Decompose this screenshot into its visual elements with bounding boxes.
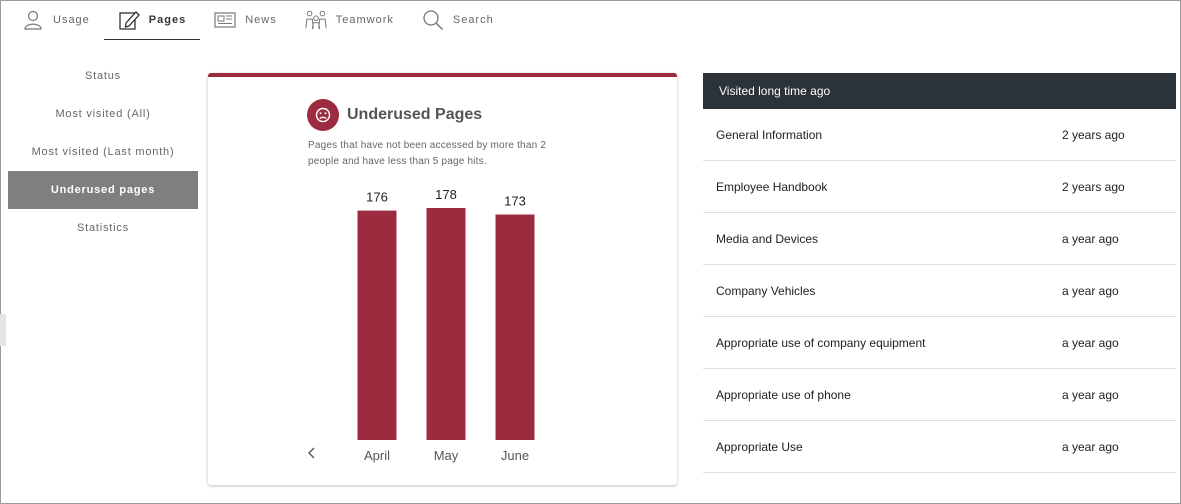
collapse-handle[interactable] (0, 314, 6, 346)
table-row[interactable]: Appropriate use of phone a year ago (703, 369, 1176, 421)
newspaper-icon (214, 9, 236, 31)
side-nav: Status Most visited (All) Most visited (… (8, 57, 198, 247)
bar-value-label: 176 (366, 190, 388, 205)
bar-april[interactable] (357, 210, 397, 440)
last-visited-time: 2 years ago (1062, 179, 1125, 194)
nav-status[interactable]: Status (8, 57, 198, 95)
bar-value-label: 173 (504, 194, 526, 209)
nav-underused-pages[interactable]: Underused pages (8, 171, 198, 209)
last-visited-time: a year ago (1062, 283, 1119, 298)
tab-pages[interactable]: Pages (103, 1, 201, 40)
underused-pages-card: Underused Pages Pages that have not been… (208, 73, 677, 485)
last-visited-time: 2 years ago (1062, 127, 1125, 142)
top-tabs: Usage Pages News Teamwork Search (8, 1, 508, 41)
table-header: Visited long time ago (703, 73, 1176, 109)
bar-may[interactable] (426, 208, 466, 440)
last-visited-time: a year ago (1062, 439, 1119, 454)
tab-label: News (245, 14, 277, 26)
page-title: Employee Handbook (716, 179, 828, 194)
x-tick-label: April (364, 448, 390, 463)
bar-june[interactable] (495, 214, 535, 440)
tab-teamwork[interactable]: Teamwork (291, 1, 408, 39)
tab-search[interactable]: Search (408, 1, 508, 39)
x-tick-label: June (501, 448, 529, 463)
table-row[interactable]: Employee Handbook 2 years ago (703, 161, 1176, 213)
page-title: Appropriate use of company equipment (716, 335, 926, 350)
person-icon (22, 9, 44, 31)
tab-usage[interactable]: Usage (8, 1, 104, 39)
page-title: Media and Devices (716, 231, 819, 246)
tab-label: Usage (53, 14, 90, 26)
table-row[interactable]: Company Vehicles a year ago (703, 265, 1176, 317)
visited-long-ago-table: Visited long time ago General Informatio… (703, 73, 1176, 473)
nav-most-visited-all[interactable]: Most visited (All) (8, 95, 198, 133)
nav-statistics[interactable]: Statistics (8, 209, 198, 247)
page-title: Company Vehicles (716, 283, 816, 298)
page-title: Appropriate Use (716, 439, 803, 454)
table-row[interactable]: Appropriate use of company equipment a ye… (703, 317, 1176, 369)
page-title: General Information (716, 127, 823, 142)
team-icon (305, 9, 327, 31)
edit-page-icon (118, 9, 140, 31)
last-visited-time: a year ago (1062, 387, 1119, 402)
tab-label: Search (452, 14, 494, 26)
nav-most-visited-last-month[interactable]: Most visited (Last month) (8, 133, 198, 171)
chevron-left-icon[interactable] (306, 445, 318, 461)
bar-value-label: 178 (435, 187, 457, 202)
bar-chart: 176 April 178 May 173 June (357, 187, 535, 463)
tab-label: Pages (148, 14, 187, 26)
tab-label: Teamwork (335, 14, 394, 26)
tab-news[interactable]: News (200, 1, 291, 39)
table-row[interactable]: General Information 2 years ago (703, 109, 1176, 161)
x-tick-label: May (434, 448, 459, 463)
page-title: Appropriate use of phone (716, 387, 851, 402)
search-icon (422, 9, 444, 31)
last-visited-time: a year ago (1062, 231, 1119, 246)
table-row[interactable]: Appropriate Use a year ago (703, 421, 1176, 473)
table-row[interactable]: Media and Devices a year ago (703, 213, 1176, 265)
last-visited-time: a year ago (1062, 335, 1119, 350)
